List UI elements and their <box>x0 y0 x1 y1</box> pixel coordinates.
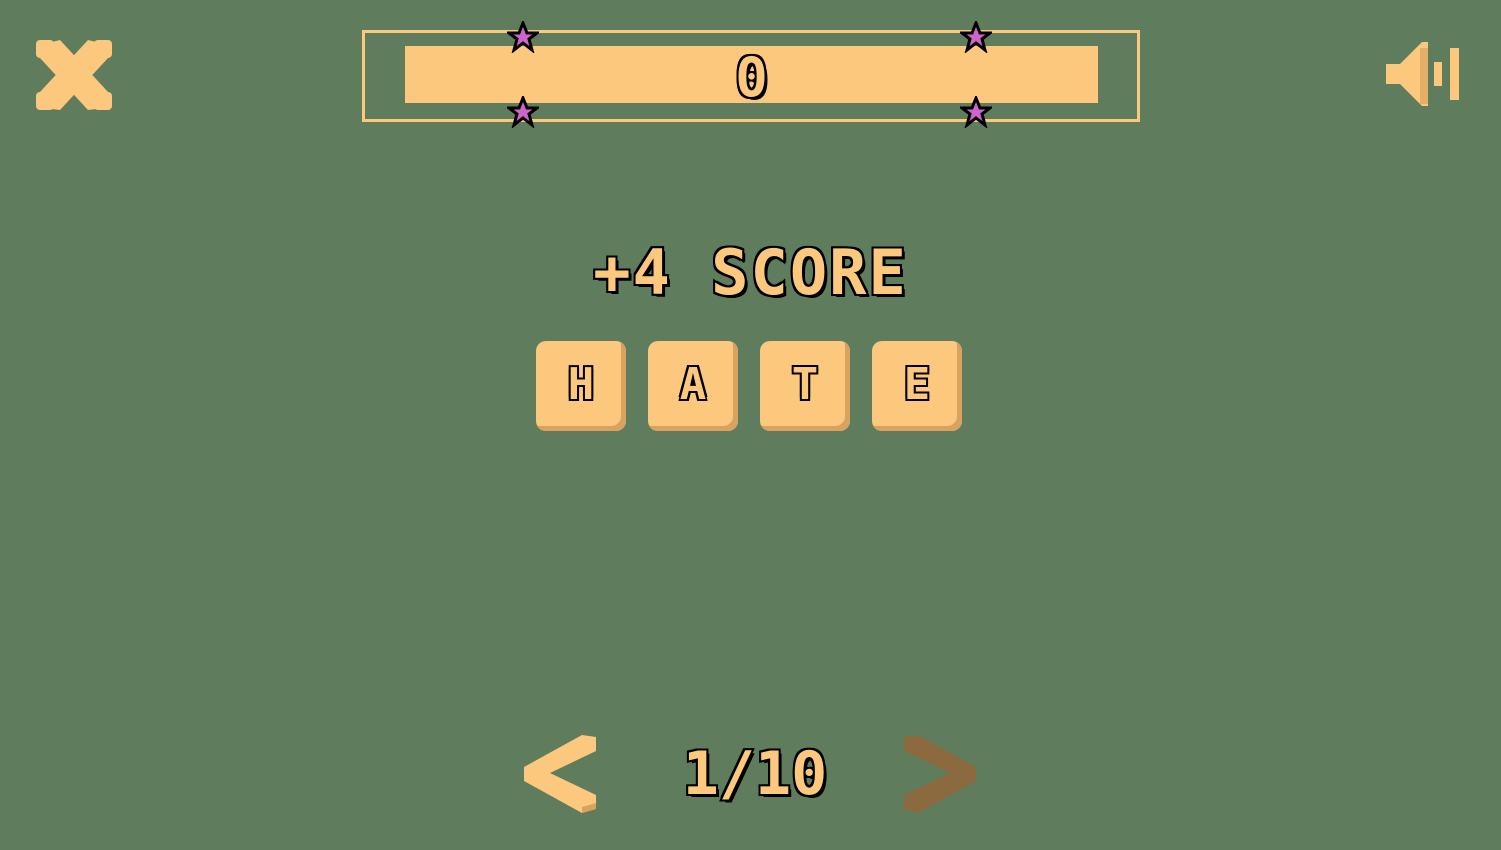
sound-button[interactable] <box>1382 38 1468 110</box>
letter-tile-label: H <box>566 358 596 412</box>
star-icon <box>507 96 539 128</box>
letter-tile: H <box>536 341 626 431</box>
letter-tile-label: A <box>678 358 708 412</box>
previous-button[interactable] <box>520 733 600 815</box>
speaker-icon <box>1386 42 1459 106</box>
score-bar-fill: 0 <box>405 46 1098 110</box>
letter-tile-label: T <box>790 358 820 412</box>
chevron-right-icon <box>904 735 976 813</box>
letter-tile-label: E <box>902 358 932 412</box>
letter-tile: E <box>872 341 962 431</box>
score-bar: 0 <box>362 30 1140 122</box>
chevron-left-icon <box>524 735 596 813</box>
star-icon <box>960 96 992 128</box>
page-counter: 1/10 <box>681 737 830 811</box>
bonus-score-text: +4 SCORE <box>591 234 908 311</box>
word-tiles: H A T E <box>536 341 962 431</box>
letter-tile: A <box>648 341 738 431</box>
game-screen: 0 +4 SCORE H A T E 1/10 <box>0 0 1501 850</box>
next-button[interactable] <box>900 733 980 815</box>
star-icon <box>507 21 539 53</box>
star-icon <box>960 21 992 53</box>
letter-tile: T <box>760 341 850 431</box>
close-icon <box>36 40 112 110</box>
close-button[interactable] <box>32 34 118 116</box>
